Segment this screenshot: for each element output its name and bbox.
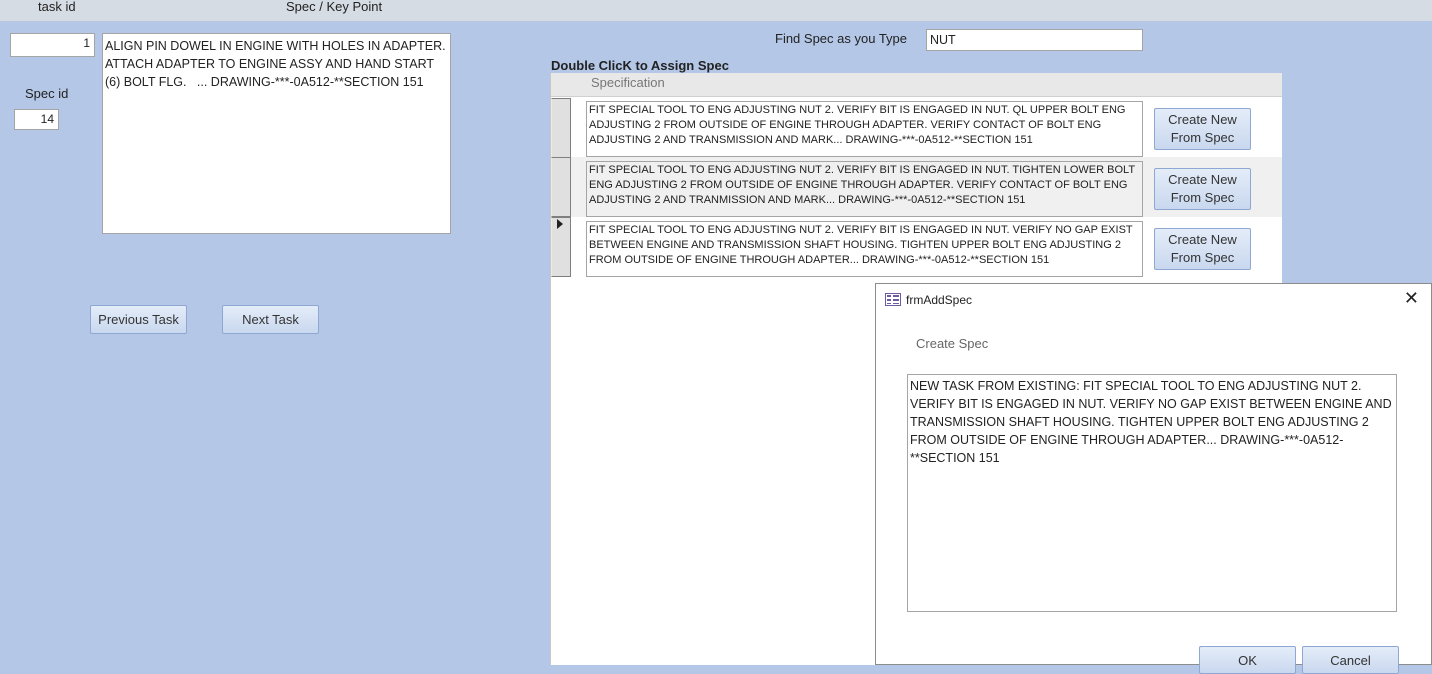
ok-button[interactable]: OK [1199, 646, 1296, 674]
spec-row[interactable]: FIT SPECIAL TOOL TO ENG ADJUSTING NUT 2.… [551, 97, 1282, 158]
create-new-from-spec-button[interactable]: Create New From Spec [1154, 228, 1251, 270]
specification-header-label: Specification [591, 75, 665, 90]
spec-id-field[interactable]: 14 [14, 109, 59, 130]
cancel-button[interactable]: Cancel [1302, 646, 1399, 674]
spec-column-header: Specification [551, 73, 1282, 97]
spec-text-field[interactable]: FIT SPECIAL TOOL TO ENG ADJUSTING NUT 2.… [586, 221, 1143, 277]
find-spec-label: Find Spec as you Type [775, 31, 908, 46]
previous-task-button[interactable]: Previous Task [90, 305, 187, 334]
find-spec-input[interactable]: NUT [926, 29, 1143, 51]
form-header: task id Spec / Key Point [0, 0, 1432, 21]
current-record-arrow-icon [557, 219, 563, 229]
spec-row[interactable]: FIT SPECIAL TOOL TO ENG ADJUSTING NUT 2.… [551, 157, 1282, 217]
spec-text-field[interactable]: FIT SPECIAL TOOL TO ENG ADJUSTING NUT 2.… [586, 101, 1143, 157]
record-selector[interactable] [551, 217, 571, 277]
spec-text-field[interactable]: FIT SPECIAL TOOL TO ENG ADJUSTING NUT 2.… [586, 161, 1143, 217]
create-new-from-spec-button[interactable]: Create New From Spec [1154, 108, 1251, 150]
next-task-button[interactable]: Next Task [222, 305, 319, 334]
dialog-title: frmAddSpec [906, 293, 973, 307]
key-point-textarea[interactable]: ALIGN PIN DOWEL IN ENGINE WITH HOLES IN … [102, 33, 451, 234]
record-selector[interactable] [551, 157, 571, 217]
spec-id-label: Spec id [25, 86, 69, 101]
create-new-from-spec-button[interactable]: Create New From Spec [1154, 168, 1251, 210]
record-selector[interactable] [551, 98, 571, 158]
add-spec-dialog: frmAddSpec ✕ Create Spec NEW TASK FROM E… [875, 283, 1432, 674]
task-id-field[interactable]: 1 [10, 33, 95, 57]
form-icon [885, 293, 901, 306]
spec-key-point-column-label: Spec / Key Point [286, 0, 383, 14]
spec-row[interactable]: FIT SPECIAL TOOL TO ENG ADJUSTING NUT 2.… [551, 217, 1282, 277]
new-spec-textarea[interactable]: NEW TASK FROM EXISTING: FIT SPECIAL TOOL… [907, 374, 1397, 612]
create-spec-heading: Create Spec [916, 336, 989, 351]
close-icon[interactable]: ✕ [1404, 288, 1419, 309]
task-id-column-label: task id [38, 0, 76, 14]
assign-spec-instruction: Double ClicK to Assign Spec [551, 58, 729, 73]
